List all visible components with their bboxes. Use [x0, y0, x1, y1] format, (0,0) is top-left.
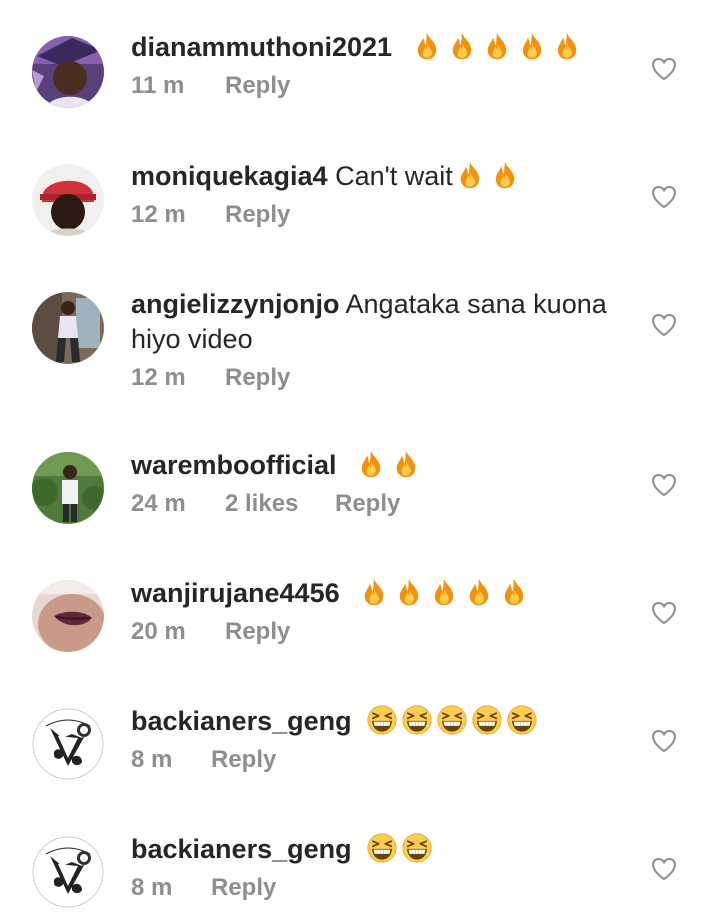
comment-timestamp: 11 m [131, 72, 185, 99]
grinning-squinting-face-icon [437, 705, 467, 735]
avatar[interactable] [32, 708, 104, 780]
comment-username[interactable]: waremboofficial [131, 450, 337, 480]
grinning-squinting-face-icon [402, 705, 432, 735]
fire-icon [358, 450, 384, 478]
fire-icon [457, 161, 483, 189]
comment-username[interactable]: wanjirujane4456 [131, 578, 340, 608]
fire-icon [361, 578, 387, 606]
comment-timestamp: 8 m [131, 746, 173, 773]
comment-timestamp: 8 m [131, 874, 173, 901]
comment-username[interactable]: moniquekagia4 [131, 161, 328, 191]
fire-icon [554, 32, 580, 60]
reply-button[interactable]: Reply [225, 71, 290, 101]
comment-username[interactable]: backianers_geng [131, 834, 352, 864]
fire-icon [449, 32, 475, 60]
like-heart-icon[interactable] [651, 473, 677, 497]
avatar[interactable] [32, 164, 104, 236]
comment-text: Can't wait [335, 161, 453, 191]
like-count[interactable]: 2 likes [225, 489, 335, 519]
grinning-squinting-face-icon [367, 705, 397, 735]
reply-button[interactable]: Reply [335, 489, 400, 519]
like-heart-icon[interactable] [651, 601, 677, 625]
fire-icon [431, 578, 457, 606]
reply-button[interactable]: Reply [225, 363, 290, 393]
fire-icon [519, 32, 545, 60]
comment-timestamp: 12 m [131, 364, 186, 391]
like-heart-icon[interactable] [651, 313, 677, 337]
comment-username[interactable]: angielizzynjonjo [131, 289, 340, 319]
avatar[interactable] [32, 292, 104, 364]
reply-button[interactable]: Reply [211, 873, 276, 903]
comment-timestamp: 24 m [131, 490, 186, 517]
grinning-squinting-face-icon [472, 705, 502, 735]
comment-timestamp: 12 m [131, 201, 186, 228]
grinning-squinting-face-icon [367, 833, 397, 863]
reply-button[interactable]: Reply [211, 745, 276, 775]
avatar[interactable] [32, 580, 104, 652]
fire-icon [492, 161, 518, 189]
reply-button[interactable]: Reply [225, 617, 290, 647]
like-heart-icon[interactable] [651, 185, 677, 209]
fire-icon [414, 32, 440, 60]
like-heart-icon[interactable] [651, 857, 677, 881]
reply-button[interactable]: Reply [225, 200, 290, 230]
like-heart-icon[interactable] [651, 729, 677, 753]
like-heart-icon[interactable] [651, 57, 677, 81]
avatar[interactable] [32, 452, 104, 524]
comment-username[interactable]: backianers_geng [131, 706, 352, 736]
fire-icon [484, 32, 510, 60]
fire-icon [393, 450, 419, 478]
fire-icon [501, 578, 527, 606]
avatar[interactable] [32, 836, 104, 908]
fire-icon [466, 578, 492, 606]
avatar[interactable] [32, 36, 104, 108]
grinning-squinting-face-icon [402, 833, 432, 863]
grinning-squinting-face-icon [507, 705, 537, 735]
comment-timestamp: 20 m [131, 618, 186, 645]
fire-icon [396, 578, 422, 606]
comment-username[interactable]: dianammuthoni2021 [131, 32, 392, 62]
